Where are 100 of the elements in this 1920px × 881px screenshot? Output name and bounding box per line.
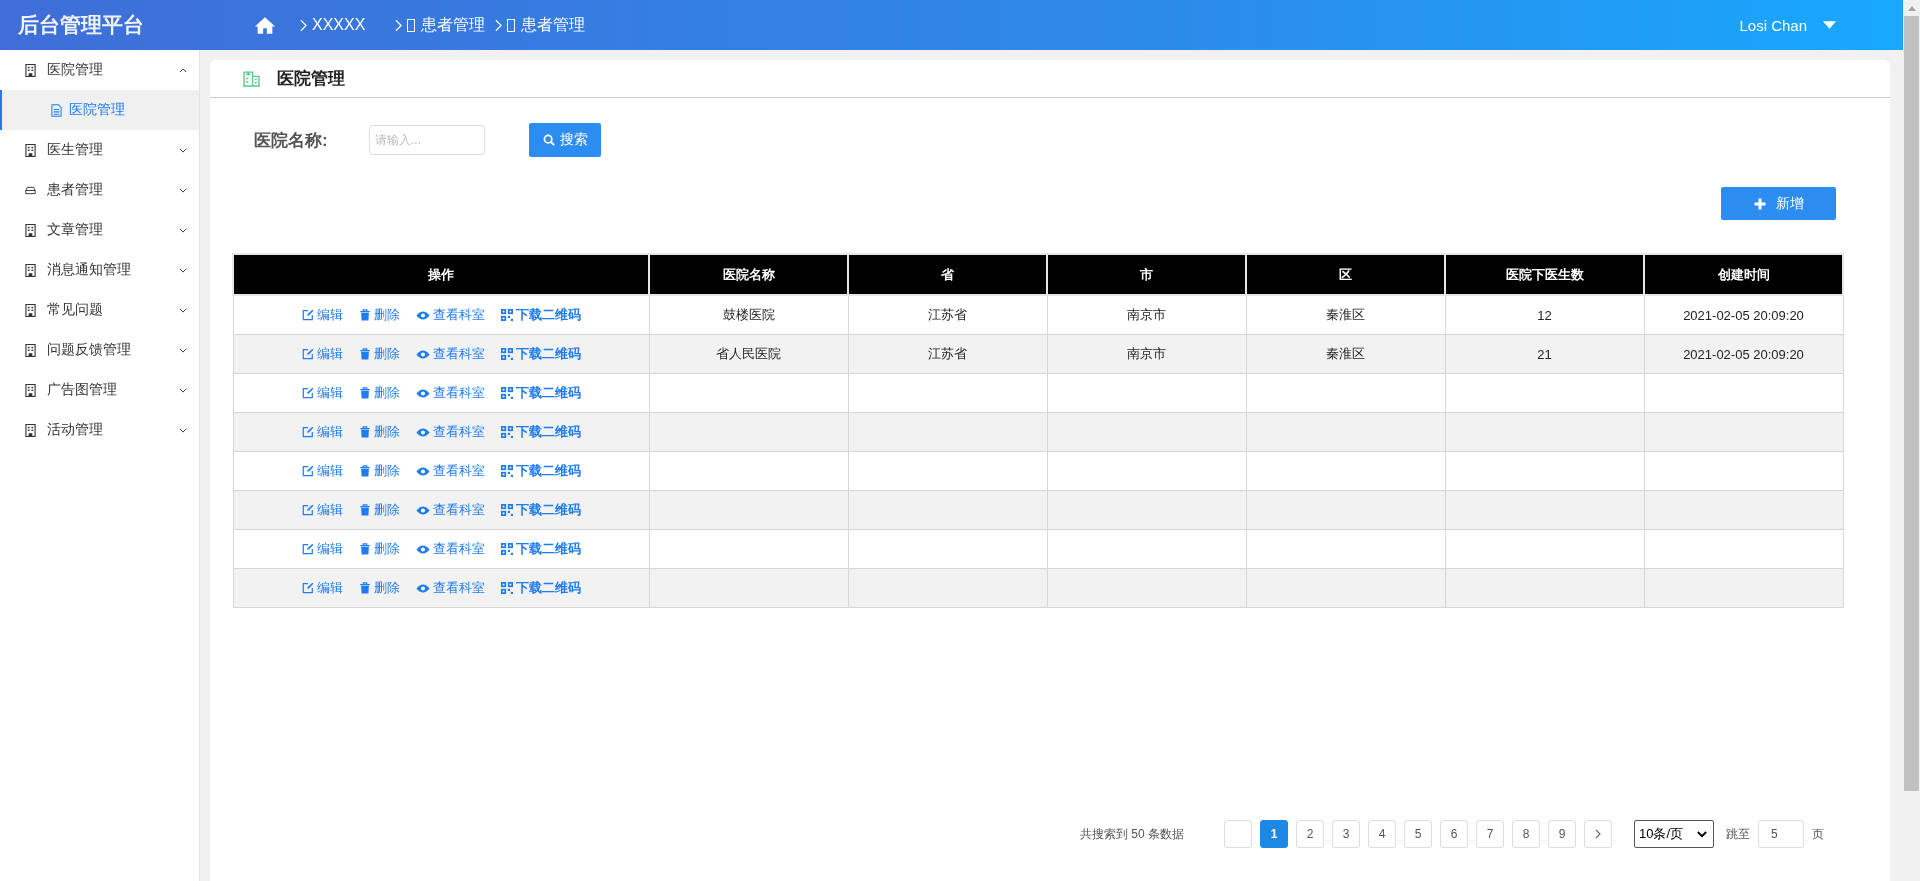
qrcode-link[interactable]: 下载二维码 — [500, 345, 581, 363]
view-link[interactable]: 查看科室 — [415, 540, 485, 558]
view-link[interactable]: 查看科室 — [415, 423, 485, 441]
chevron-down-icon — [179, 427, 187, 433]
qrcode-link[interactable]: 下载二维码 — [500, 384, 581, 402]
page-button[interactable]: 3 — [1332, 820, 1360, 848]
plus-icon — [1753, 197, 1766, 210]
breadcrumb-link[interactable]: XXXXX — [312, 16, 366, 34]
view-link[interactable]: 查看科室 — [415, 345, 485, 363]
delete-link[interactable]: 删除 — [358, 345, 400, 363]
table-cell: 江苏省 — [848, 334, 1047, 374]
search-icon — [542, 134, 555, 146]
sidebar-item[interactable]: 广告图管理 — [0, 370, 199, 410]
page-button[interactable]: 6 — [1440, 820, 1468, 848]
table-cell: 2021-02-05 20:09:20 — [1644, 295, 1843, 335]
column-header: 操作 — [233, 254, 649, 295]
next-page-button[interactable] — [1584, 820, 1612, 848]
edit-link[interactable]: 编辑 — [301, 345, 343, 363]
sidebar-item[interactable]: 患者管理 — [0, 170, 199, 210]
delete-link[interactable]: 删除 — [358, 501, 400, 519]
qr-code-icon — [500, 543, 513, 555]
search-button[interactable]: 搜索 — [529, 123, 601, 157]
qrcode-link[interactable]: 下载二维码 — [500, 540, 581, 558]
chevron-right-icon — [1595, 829, 1601, 839]
page-button[interactable]: 8 — [1512, 820, 1540, 848]
chevron-down-icon — [179, 387, 187, 393]
edit-link[interactable]: 编辑 — [301, 579, 343, 597]
add-button[interactable]: 新增 — [1721, 187, 1836, 220]
edit-icon — [301, 582, 314, 594]
qrcode-link[interactable]: 下载二维码 — [500, 306, 581, 324]
qr-code-icon — [500, 582, 513, 594]
edit-icon — [301, 504, 314, 516]
view-link[interactable]: 查看科室 — [415, 501, 485, 519]
table-cell: 江苏省 — [848, 295, 1047, 335]
building-icon — [25, 383, 36, 397]
caret-down-icon[interactable] — [1823, 21, 1836, 29]
page-title: 医院管理 — [277, 68, 345, 90]
home-icon[interactable] — [254, 15, 276, 35]
table-cell: 秦淮区 — [1246, 295, 1445, 335]
edit-link[interactable]: 编辑 — [301, 501, 343, 519]
delete-link[interactable]: 删除 — [358, 423, 400, 441]
user-name[interactable]: Losi Chan — [1739, 16, 1807, 34]
building-icon — [25, 263, 36, 277]
edit-icon — [301, 309, 314, 321]
qrcode-link[interactable]: 下载二维码 — [500, 501, 581, 519]
page-button[interactable]: 2 — [1296, 820, 1324, 848]
breadcrumb-link[interactable]: 患者管理 — [521, 14, 586, 36]
qrcode-link[interactable]: 下载二维码 — [500, 423, 581, 441]
building-icon — [25, 63, 36, 77]
chevron-down-icon — [1697, 830, 1707, 838]
page-button[interactable]: 1 — [1260, 820, 1288, 848]
sidebar-item[interactable]: 文章管理 — [0, 210, 199, 250]
sidebar-subitem[interactable]: 医院管理 — [0, 90, 199, 130]
jump-page-input[interactable]: 5 — [1758, 820, 1804, 848]
hospital-name-input[interactable]: 请输入... — [369, 125, 485, 155]
breadcrumb-link[interactable]: 患者管理 — [421, 14, 486, 36]
qr-code-icon — [500, 465, 513, 477]
chevron-up-icon — [179, 67, 187, 73]
edit-link[interactable]: 编辑 — [301, 384, 343, 402]
view-link[interactable]: 查看科室 — [415, 579, 485, 597]
sidebar-item[interactable]: 常见问题 — [0, 290, 199, 330]
page-unit-label: 页 — [1812, 825, 1824, 843]
qrcode-link[interactable]: 下载二维码 — [500, 462, 581, 480]
scroll-up-icon[interactable] — [1907, 6, 1916, 11]
sidebar-item[interactable]: 医院管理 — [0, 50, 199, 90]
page-button[interactable]: 4 — [1368, 820, 1396, 848]
table-cell: 21 — [1445, 334, 1644, 374]
table-cell: 秦淮区 — [1246, 334, 1445, 374]
chevron-down-icon — [179, 227, 187, 233]
edit-link[interactable]: 编辑 — [301, 423, 343, 441]
page-size-select[interactable]: 10条/页 — [1634, 820, 1714, 848]
sidebar-item[interactable]: 问题反馈管理 — [0, 330, 199, 370]
qrcode-link[interactable]: 下载二维码 — [500, 579, 581, 597]
view-link[interactable]: 查看科室 — [415, 384, 485, 402]
previous-page-button[interactable] — [1224, 820, 1252, 848]
edit-link[interactable]: 编辑 — [301, 540, 343, 558]
delete-link[interactable]: 删除 — [358, 579, 400, 597]
page-button[interactable]: 7 — [1476, 820, 1504, 848]
edit-icon — [301, 348, 314, 360]
column-header: 医院下医生数 — [1445, 254, 1644, 295]
delete-link[interactable]: 删除 — [358, 306, 400, 324]
eye-icon — [415, 505, 430, 515]
view-link[interactable]: 查看科室 — [415, 306, 485, 324]
trash-icon — [358, 426, 371, 438]
column-header: 市 — [1047, 254, 1246, 295]
qr-code-icon — [500, 387, 513, 399]
edit-link[interactable]: 编辑 — [301, 462, 343, 480]
sidebar-item[interactable]: 活动管理 — [0, 410, 199, 450]
delete-link[interactable]: 删除 — [358, 540, 400, 558]
eye-icon — [415, 349, 430, 359]
page-button[interactable]: 9 — [1548, 820, 1576, 848]
table-cell: 南京市 — [1047, 295, 1246, 335]
sidebar-item[interactable]: 消息通知管理 — [0, 250, 199, 290]
view-link[interactable]: 查看科室 — [415, 462, 485, 480]
page-button[interactable]: 5 — [1404, 820, 1432, 848]
sidebar-item[interactable]: 医生管理 — [0, 130, 199, 170]
edit-link[interactable]: 编辑 — [301, 306, 343, 324]
building-icon — [25, 223, 36, 237]
delete-link[interactable]: 删除 — [358, 384, 400, 402]
delete-link[interactable]: 删除 — [358, 462, 400, 480]
